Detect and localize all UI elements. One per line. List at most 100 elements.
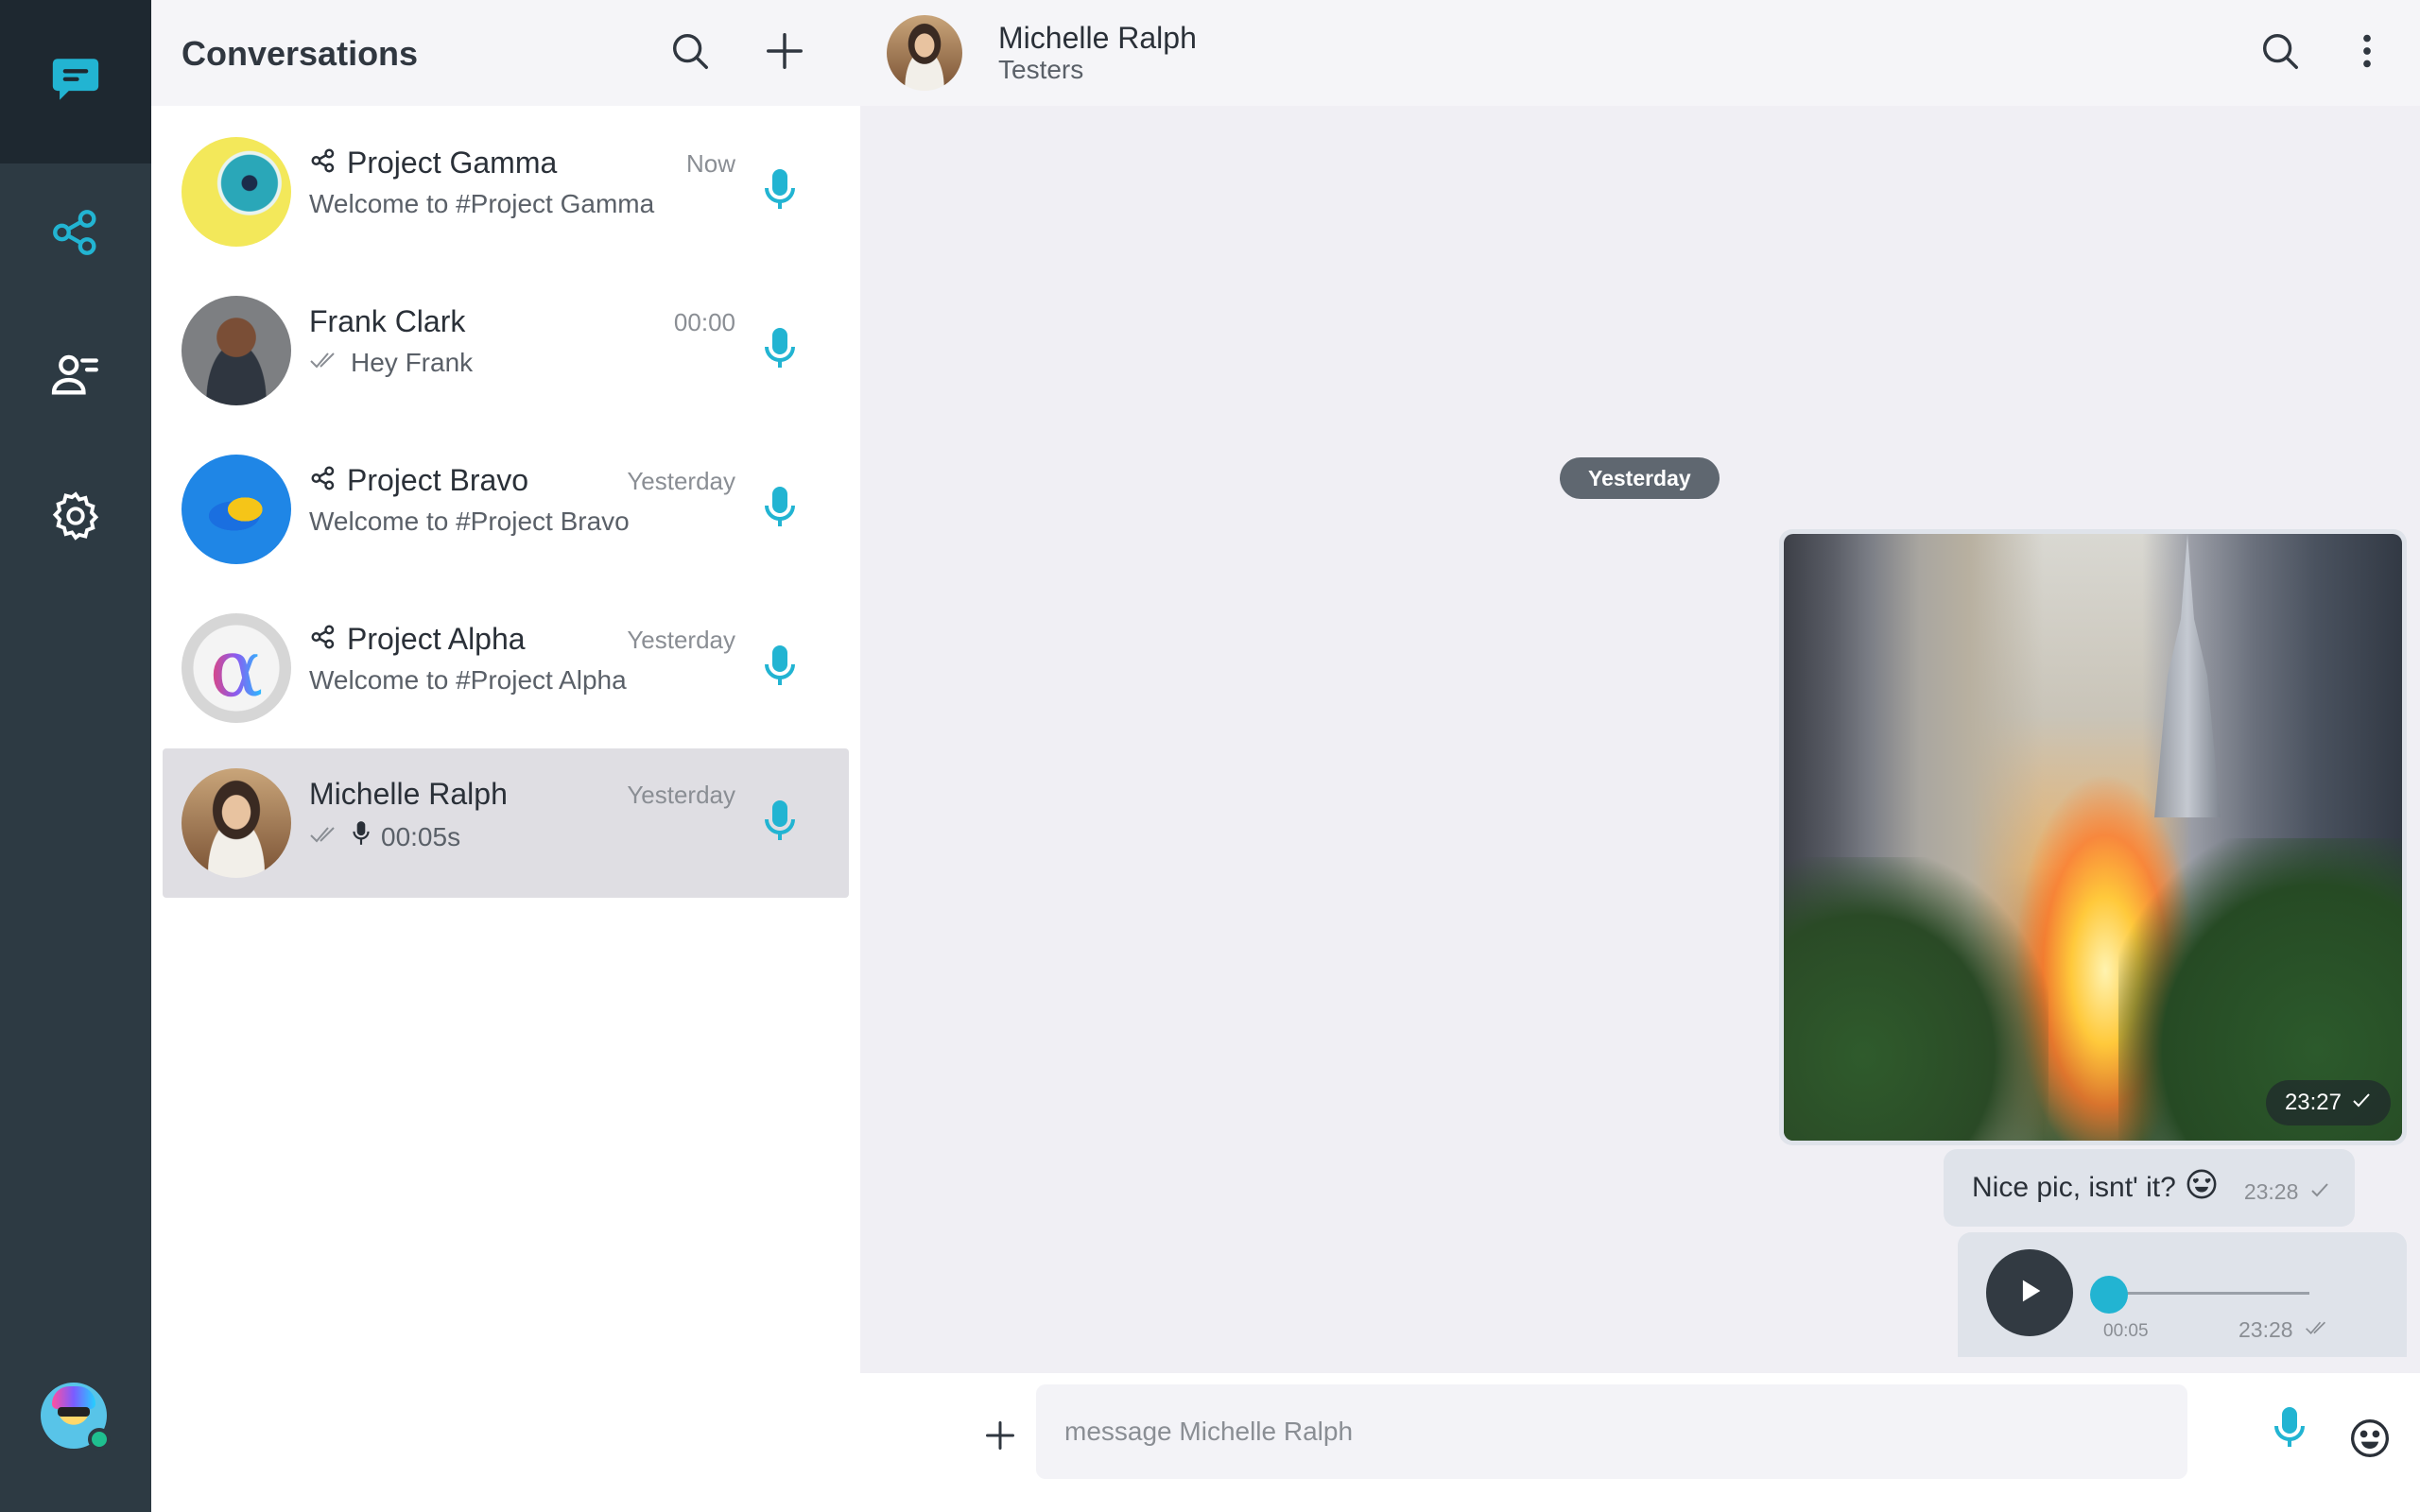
heart-eyes-emoji-icon	[2186, 1168, 2218, 1208]
group-avatar: α	[182, 613, 291, 723]
message-input-container	[1036, 1384, 2389, 1479]
voice-record-button[interactable]	[756, 486, 804, 533]
message-time: 23:27	[2284, 1090, 2342, 1115]
search-conversations-button[interactable]	[666, 28, 715, 77]
voice-record-button[interactable]	[756, 799, 804, 847]
conversation-time: 00:00	[673, 308, 735, 336]
message-composer	[860, 1373, 2420, 1512]
conversation-item[interactable]: Project Gamma Now Welcome to #Project Ga…	[163, 117, 849, 266]
play-audio-button[interactable]	[1986, 1249, 2073, 1336]
rail-item-groups[interactable]	[0, 163, 151, 305]
conversation-name: Frank Clark	[309, 304, 466, 338]
microphone-icon	[761, 485, 799, 535]
conversation-preview: Welcome to #Project Alpha	[309, 665, 627, 695]
conversation-list-title: Conversations	[182, 34, 419, 73]
chat-header: Michelle Ralph Testers	[860, 0, 2420, 106]
smiley-icon	[2349, 1418, 2391, 1464]
online-status-indicator	[88, 1428, 111, 1451]
group-icon	[309, 623, 337, 656]
record-voice-message-button[interactable]	[2263, 1401, 2316, 1458]
voice-message-icon	[351, 820, 372, 853]
share-nodes-icon	[48, 205, 103, 265]
alpha-logo-icon: α	[209, 622, 264, 714]
plus-icon	[983, 1418, 1017, 1457]
photo-building-spire	[2154, 534, 2221, 817]
conversation-item[interactable]: α Project Alpha Yesterday Welcome to #Pr…	[163, 593, 849, 743]
voice-record-button[interactable]	[756, 644, 804, 692]
message-input[interactable]	[1036, 1384, 2076, 1479]
more-options-button[interactable]	[2341, 26, 2394, 79]
new-conversation-button[interactable]	[760, 28, 809, 77]
photo-trees-left	[1784, 857, 2048, 1141]
double-check-icon	[309, 822, 341, 852]
conversation-item[interactable]: Frank Clark 00:00 Hey Frank	[163, 276, 849, 425]
current-user-avatar[interactable]	[41, 1383, 111, 1451]
message-time: 23:28	[2243, 1178, 2299, 1204]
conversation-name: Project Gamma	[347, 146, 558, 180]
microphone-icon	[761, 799, 799, 849]
avatar-hair	[52, 1386, 95, 1409]
conversation-name: Michelle Ralph	[309, 777, 508, 811]
plus-icon	[763, 29, 806, 77]
image-message[interactable]: 23:27	[1779, 529, 2407, 1145]
date-separator: Yesterday	[1560, 457, 1720, 499]
message-text: Nice pic, isnt' it?	[1972, 1172, 2176, 1203]
search-icon	[668, 29, 712, 77]
group-icon	[309, 146, 337, 180]
audio-progress-handle[interactable]	[2090, 1276, 2128, 1314]
contact-avatar	[182, 296, 291, 405]
gear-icon	[48, 489, 103, 548]
group-avatar	[182, 455, 291, 564]
check-icon	[2309, 1179, 2330, 1205]
microphone-icon	[2271, 1404, 2308, 1456]
text-message[interactable]: Nice pic, isnt' it? 23:28	[1944, 1149, 2356, 1227]
rail-item-contacts[interactable]	[0, 305, 151, 447]
chat-contact-subtitle: Testers	[998, 55, 1084, 84]
group-avatar	[182, 137, 291, 247]
conversation-time: Yesterday	[627, 781, 735, 809]
play-icon	[2014, 1275, 2046, 1312]
user-list-icon	[48, 347, 103, 406]
microphone-icon	[761, 167, 799, 217]
chat-bubble-icon	[48, 52, 103, 112]
conversation-item[interactable]: Michelle Ralph Yesterday 00:05s	[163, 748, 849, 898]
avatar-glasses	[58, 1407, 90, 1417]
image-timestamp: 23:27	[2265, 1080, 2391, 1125]
chat-panel: Michelle Ralph Testers Yesterday 23:27 N…	[860, 0, 2420, 1512]
rail-item-conversations[interactable]	[0, 0, 151, 163]
chat-contact-avatar[interactable]	[887, 15, 962, 91]
rail-item-settings[interactable]	[0, 447, 151, 589]
audio-duration: 00:05	[2103, 1321, 2149, 1341]
voice-record-button[interactable]	[756, 327, 804, 374]
attach-button[interactable]	[974, 1411, 1027, 1464]
double-check-icon	[309, 348, 341, 378]
conversation-list-header: Conversations	[151, 0, 860, 106]
microphone-icon	[761, 644, 799, 694]
conversation-list-panel: Conversations Project Gamma Now Welcome …	[151, 0, 860, 1512]
conversation-name: Project Bravo	[347, 463, 529, 497]
audio-message: 00:05 23:28	[1958, 1232, 2407, 1357]
double-check-icon	[2305, 1317, 2331, 1343]
conversation-preview: Welcome to #Project Gamma	[309, 189, 655, 218]
check-icon	[2351, 1090, 2372, 1116]
conversation-time: Yesterday	[627, 467, 735, 495]
microphone-icon	[761, 326, 799, 376]
conversation-name: Project Alpha	[347, 622, 526, 656]
search-messages-button[interactable]	[2254, 26, 2307, 79]
conversation-preview: 00:05s	[381, 821, 461, 851]
conversation-preview: Welcome to #Project Bravo	[309, 507, 630, 536]
conversation-preview: Hey Frank	[351, 348, 474, 377]
search-icon	[2258, 29, 2302, 77]
message-photo[interactable]: 23:27	[1784, 534, 2402, 1141]
conversation-time: Yesterday	[627, 626, 735, 654]
more-vertical-icon	[2345, 29, 2389, 77]
conversation-time: Now	[685, 149, 735, 178]
contact-avatar	[182, 768, 291, 878]
nav-rail	[0, 0, 151, 1512]
voice-record-button[interactable]	[756, 168, 804, 215]
chat-contact-name[interactable]: Michelle Ralph	[998, 21, 1197, 56]
message-time: 23:28	[2238, 1317, 2293, 1342]
conversation-item[interactable]: Project Bravo Yesterday Welcome to #Proj…	[163, 435, 849, 584]
emoji-button[interactable]	[2346, 1417, 2394, 1464]
group-icon	[309, 464, 337, 497]
